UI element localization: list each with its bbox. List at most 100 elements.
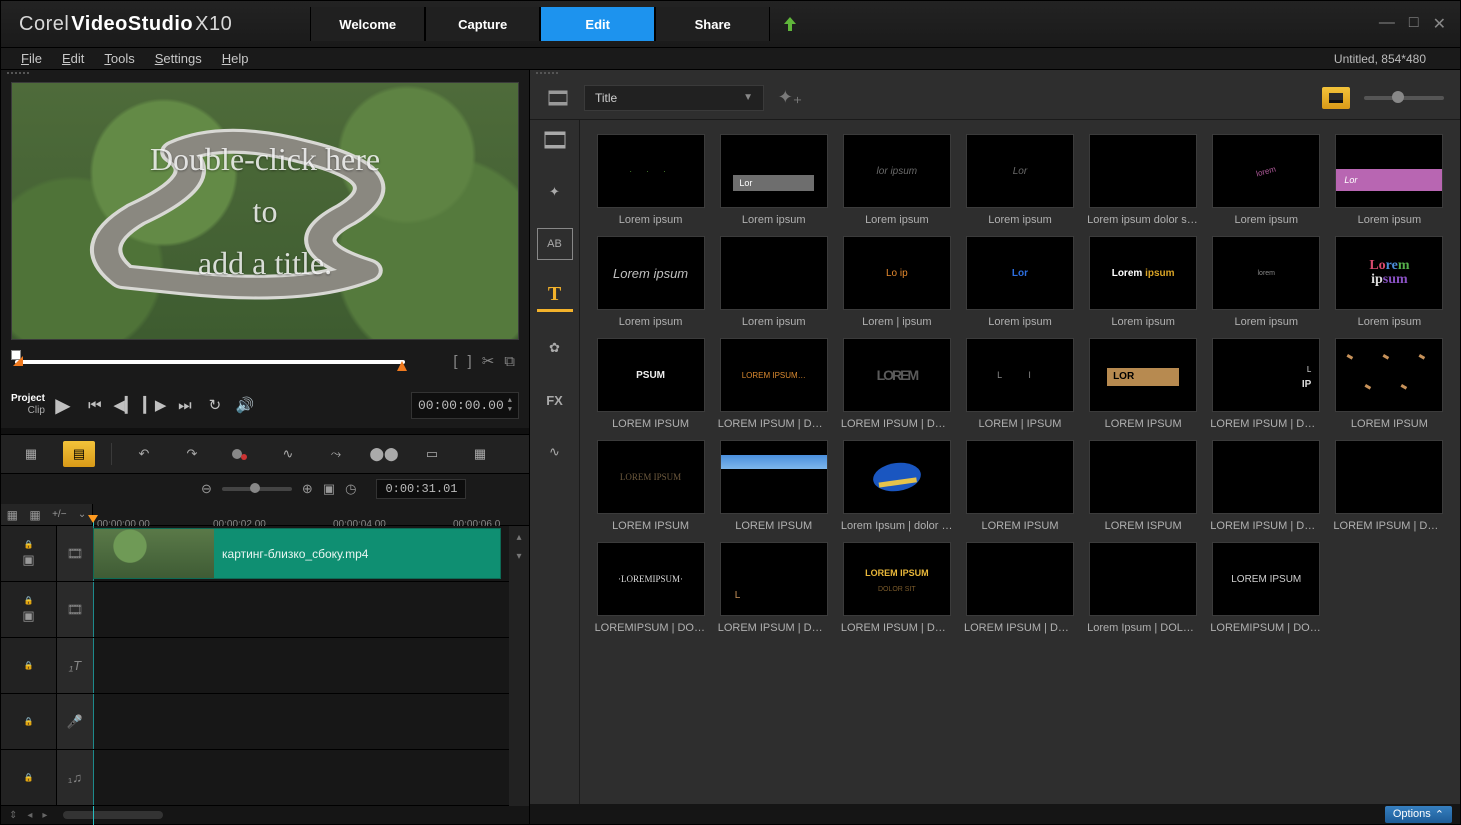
sidebar-path[interactable]: ∿: [537, 436, 573, 468]
library-item[interactable]: Lorem ipsum dolor sit a…: [1085, 134, 1202, 226]
audio-mixer-button[interactable]: ∿: [272, 441, 304, 467]
library-item[interactable]: · · · Lorem ipsum: [592, 134, 709, 226]
tab-capture[interactable]: Capture: [425, 7, 540, 41]
close-button[interactable]: ✕: [1433, 14, 1446, 34]
timeline-scroll-right[interactable]: ▸: [42, 810, 47, 821]
video-clip[interactable]: картинг-близко_сбоку.mp4: [93, 528, 501, 579]
tab-edit[interactable]: Edit: [540, 7, 655, 41]
timeline-view-button[interactable]: ▤: [63, 441, 95, 467]
library-item[interactable]: LOREM IPSUMDOLOR SIT LOREM IPSUM | DOL…: [838, 542, 955, 634]
zoom-slider[interactable]: [222, 487, 292, 491]
title-track-lane[interactable]: ₁T: [57, 638, 509, 694]
add-favorite-button[interactable]: ✦₊: [778, 86, 802, 110]
library-item[interactable]: LOREM ISPUM: [1085, 440, 1202, 532]
mark-out-button[interactable]: ]: [468, 353, 472, 370]
library-item[interactable]: Lorem Ipsum | dolor sit …: [838, 440, 955, 532]
library-grid[interactable]: · · · Lorem ipsumLor Lorem ipsumlor ipsu…: [580, 120, 1460, 804]
track-head-voice[interactable]: 🔒: [1, 694, 56, 750]
library-item[interactable]: PSUM LOREM IPSUM: [592, 338, 709, 430]
undo-button[interactable]: ↶: [128, 441, 160, 467]
track-head-video[interactable]: 🔒▣: [1, 526, 56, 582]
multi-trim-button[interactable]: ⬤⬤: [368, 441, 400, 467]
timecode-display[interactable]: 00:00:00.00 ▲▼: [411, 392, 519, 419]
timeline-ruler[interactable]: ▦ ▦ +/− ⌄ 00:00:00.00 00:00:02.00 00:00:…: [1, 504, 529, 526]
library-item[interactable]: L LOREM IPSUM | DOL…: [715, 542, 832, 634]
mode-clip[interactable]: Clip: [28, 405, 45, 417]
title-placeholder[interactable]: Double-click here to add a title.: [12, 83, 518, 339]
go-end-button[interactable]: ⏭: [175, 397, 195, 414]
tab-share[interactable]: Share: [655, 7, 770, 41]
library-item[interactable]: Lo ip Lorem | ipsum: [838, 236, 955, 328]
menu-settings[interactable]: Settings: [155, 51, 202, 66]
library-item[interactable]: Lorem ipsum Lorem ipsum: [1085, 236, 1202, 328]
voice-track-lane[interactable]: 🎤: [57, 694, 509, 750]
library-item[interactable]: LOREM IPSUM… LOREM IPSUM | DOL…: [715, 338, 832, 430]
minimize-button[interactable]: —: [1379, 14, 1395, 34]
library-item[interactable]: lorem Lorem ipsum: [1208, 236, 1325, 328]
library-item[interactable]: LOR LOREM IPSUM: [1085, 338, 1202, 430]
library-item[interactable]: LOREM IPSUM | DOL…: [961, 542, 1078, 634]
track-head-music[interactable]: 🔒: [1, 750, 56, 806]
library-item[interactable]: LOREM IPSUM: [1331, 338, 1448, 430]
timeline-hscrollbar[interactable]: [63, 811, 163, 819]
fit-project-button[interactable]: ▣: [323, 481, 335, 497]
scrubber[interactable]: [ ] ✂ ⧉: [15, 348, 515, 382]
library-media-icon[interactable]: [546, 86, 570, 110]
overlay-track-icon[interactable]: 🎞: [57, 582, 93, 637]
sidebar-text-ab[interactable]: AB: [537, 228, 573, 260]
library-item[interactable]: LOREM IPSUM | DOL…: [1208, 440, 1325, 532]
split-button[interactable]: ⧉: [504, 353, 515, 370]
motion-track-button[interactable]: ⤳: [320, 441, 352, 467]
zoom-in-button[interactable]: ⊕: [302, 481, 313, 497]
library-item[interactable]: L I LOREM | IPSUM: [961, 338, 1078, 430]
storyboard-view-button[interactable]: ▦: [15, 441, 47, 467]
library-item[interactable]: LOREM IPSUM | DOL…: [1331, 440, 1448, 532]
zoom-out-button[interactable]: ⊖: [201, 481, 212, 497]
library-item[interactable]: Lorem ipsum: [715, 236, 832, 328]
layout-button[interactable]: ▦: [464, 441, 496, 467]
scrub-track[interactable]: [15, 360, 405, 364]
library-item[interactable]: LIP LOREM IPSUM | DOL…: [1208, 338, 1325, 430]
menu-edit[interactable]: Edit: [62, 51, 84, 66]
library-item[interactable]: LOREM IPSUM: [961, 440, 1078, 532]
timeline-scroll-left[interactable]: ◂: [27, 810, 32, 821]
mark-in-handle[interactable]: [13, 356, 23, 366]
options-button[interactable]: Options ⌃: [1385, 806, 1452, 823]
overlay-track-lane[interactable]: 🎞: [57, 582, 509, 638]
playback-mode[interactable]: Project Clip: [11, 393, 45, 417]
mode-project[interactable]: Project: [11, 393, 45, 405]
play-button[interactable]: ▶: [51, 393, 75, 418]
library-item[interactable]: LOREM IPSUM LOREM IPSUM: [592, 440, 709, 532]
ruler-chevron-icon[interactable]: ⌄: [78, 509, 86, 520]
mark-out-handle[interactable]: [397, 356, 407, 371]
video-track-icon[interactable]: 🎞: [57, 526, 93, 581]
menu-help[interactable]: Help: [222, 51, 249, 66]
prev-frame-button[interactable]: ◀▎: [115, 396, 135, 414]
upgrade-icon[interactable]: [772, 7, 808, 41]
timecode-spinner[interactable]: ▲▼: [508, 397, 512, 414]
timeline-scroll-up[interactable]: ⇕: [9, 810, 17, 821]
library-item[interactable]: Lor Lorem ipsum: [1331, 134, 1448, 226]
sidebar-transition[interactable]: ✦: [537, 176, 573, 208]
timeline-vscroll[interactable]: ▴▾: [509, 526, 529, 806]
mark-in-button[interactable]: [: [453, 353, 457, 370]
music-track-lane[interactable]: ₁♫: [57, 750, 509, 806]
voice-track-icon[interactable]: 🎤: [57, 694, 93, 749]
library-item[interactable]: LOREM LOREM IPSUM | DOL…: [838, 338, 955, 430]
library-item[interactable]: Loremipsum Lorem ipsum: [1331, 236, 1448, 328]
library-item[interactable]: lor ipsum Lorem ipsum: [838, 134, 955, 226]
next-frame-button[interactable]: ▎▶: [145, 396, 165, 414]
record-button[interactable]: [224, 441, 256, 467]
music-track-icon[interactable]: ₁♫: [57, 750, 93, 805]
loop-button[interactable]: ↻: [205, 396, 225, 414]
menu-file[interactable]: File: [21, 51, 42, 66]
track-head-compact-icon[interactable]: ▦: [7, 508, 18, 522]
cut-button[interactable]: ✂: [482, 352, 495, 370]
project-duration[interactable]: 0:00:31.01: [376, 479, 466, 499]
track-head-expanded-icon[interactable]: ▦: [29, 508, 40, 522]
library-item[interactable]: lorem Lorem ipsum: [1208, 134, 1325, 226]
sidebar-fx[interactable]: FX: [537, 384, 573, 416]
maximize-button[interactable]: □: [1409, 14, 1419, 34]
library-item[interactable]: ·LOREMIPSUM· LOREMIPSUM | DOLO…: [592, 542, 709, 634]
library-item[interactable]: Lor Lorem ipsum: [715, 134, 832, 226]
